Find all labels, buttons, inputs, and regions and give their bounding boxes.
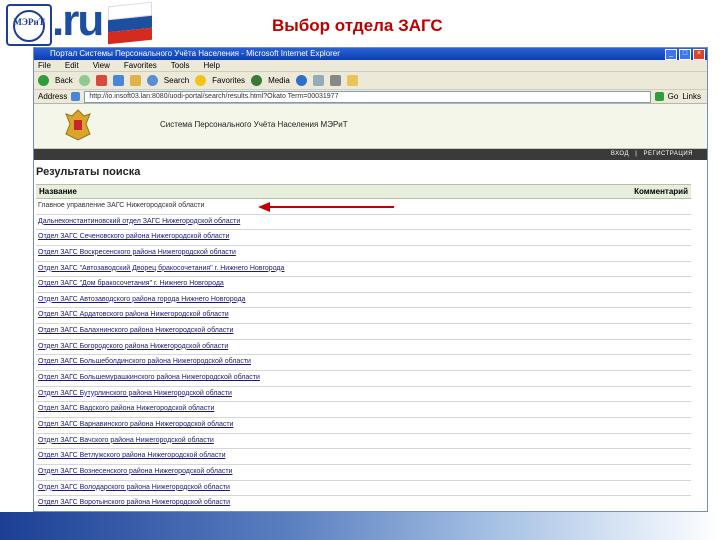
media-icon[interactable]: [251, 75, 263, 86]
table-header: Название Комментарий: [36, 184, 691, 199]
results-title: Результаты поиска: [36, 166, 141, 178]
media-button[interactable]: Media: [268, 72, 290, 89]
print-icon[interactable]: [329, 75, 341, 86]
back-button[interactable]: Back: [55, 72, 73, 89]
site-header: Система Персонального Учёта Населения МЭ…: [34, 104, 707, 149]
minimize-button[interactable]: _: [665, 49, 677, 60]
menu-help[interactable]: Help: [203, 60, 219, 71]
table-row[interactable]: Отдел ЗАГС Сеченовского района Нижегород…: [36, 230, 691, 246]
slide-header: МЭРиТ .ru Выбор отдела ЗАГС: [0, 0, 720, 46]
table-row[interactable]: Отдел ЗАГС Воскресенского района Нижегор…: [36, 246, 691, 262]
address-input[interactable]: http://io.insoft03.lan:8080/uodi-portal/…: [84, 90, 651, 103]
favorites-star-icon[interactable]: [195, 75, 207, 86]
pointer-arrow-icon: [258, 202, 394, 212]
refresh-icon[interactable]: [112, 75, 124, 86]
column-name-header: Название: [39, 187, 77, 196]
column-comment-header: Комментарий: [634, 187, 688, 196]
login-link[interactable]: ВХОД: [611, 151, 629, 157]
links-button[interactable]: Links: [682, 92, 701, 101]
window-title: Портал Системы Персонального Учёта Насел…: [50, 49, 340, 58]
close-button[interactable]: ×: [693, 49, 705, 60]
table-row[interactable]: Отдел ЗАГС Ардатовского района Нижегород…: [36, 308, 691, 325]
address-label: Address: [38, 92, 68, 101]
search-button[interactable]: Search: [164, 72, 189, 89]
coat-of-arms-icon: [65, 109, 91, 141]
logo-text: МЭРиТ: [13, 17, 45, 27]
browser-window: Портал Системы Персонального Учёта Насел…: [33, 47, 708, 512]
favorites-button[interactable]: Favorites: [212, 72, 245, 89]
table-row[interactable]: Отдел ЗАГС Автозаводского района города …: [36, 293, 691, 309]
meritlogo-icon: МЭРиТ: [6, 4, 52, 46]
browser-toolbar: Back Search Favorites Media: [34, 72, 707, 90]
table-row[interactable]: Отдел ЗАГС "Автозаводский Дворец бракосо…: [36, 262, 691, 278]
window-titlebar: Портал Системы Персонального Учёта Насел…: [34, 48, 707, 60]
table-row[interactable]: Отдел ЗАГС Балахнинского района Нижегоро…: [36, 324, 691, 340]
slide-footer-band: [0, 512, 720, 540]
mail-icon[interactable]: [312, 75, 324, 86]
table-row[interactable]: Отдел ЗАГС Бутурлинского района Нижегоро…: [36, 387, 691, 403]
table-row[interactable]: Отдел ЗАГС Воротынского района Нижегород…: [36, 496, 691, 511]
table-row[interactable]: Отдел ЗАГС Варнавинского района Нижегоро…: [36, 418, 691, 434]
menu-view[interactable]: View: [93, 60, 110, 71]
nav-separator: |: [635, 151, 638, 157]
maximize-button[interactable]: □: [679, 49, 691, 60]
search-icon[interactable]: [146, 75, 158, 86]
russian-flag-icon: [108, 1, 152, 45]
back-arrow-icon[interactable]: [38, 75, 49, 86]
site-title: Система Персонального Учёта Населения МЭ…: [160, 120, 348, 129]
table-row[interactable]: Отдел ЗАГС Ветлужского района Нижегородс…: [36, 449, 691, 465]
home-icon[interactable]: [129, 75, 141, 86]
brand-text: .ru: [52, 0, 104, 45]
results-table: Название Комментарий Главное управление …: [36, 184, 691, 511]
table-row[interactable]: Отдел ЗАГС "Дом бракосочетания" г. Нижне…: [36, 277, 691, 293]
table-row[interactable]: Отдел ЗАГС Богородского района Нижегород…: [36, 340, 691, 356]
menu-favorites[interactable]: Favorites: [124, 60, 157, 71]
table-row[interactable]: Дальнеконстантиновский отдел ЗАГС Нижего…: [36, 215, 691, 231]
table-row[interactable]: Отдел ЗАГС Вачского района Нижегородской…: [36, 434, 691, 450]
folder-icon[interactable]: [346, 75, 358, 86]
register-link[interactable]: РЕГИСТРАЦИЯ: [643, 151, 693, 157]
table-row[interactable]: Отдел ЗАГС Володарского района Нижегород…: [36, 481, 691, 497]
menu-file[interactable]: File: [38, 60, 51, 71]
table-row[interactable]: Отдел ЗАГС Большемурашкинского района Ни…: [36, 371, 691, 387]
address-bar: Address http://io.insoft03.lan:8080/uodi…: [34, 90, 707, 104]
menu-bar: File Edit View Favorites Tools Help: [34, 60, 707, 72]
menu-edit[interactable]: Edit: [65, 60, 79, 71]
history-icon[interactable]: [295, 75, 307, 86]
page-icon: [71, 92, 81, 101]
table-row[interactable]: Отдел ЗАГС Вадского района Нижегородской…: [36, 402, 691, 418]
menu-tools[interactable]: Tools: [171, 60, 190, 71]
slide-title: Выбор отдела ЗАГС: [272, 16, 443, 35]
forward-arrow-icon[interactable]: [78, 75, 90, 86]
site-nav-bar: ВХОД | РЕГИСТРАЦИЯ: [34, 149, 707, 160]
table-row[interactable]: Отдел ЗАГС Вознесенского района Нижегоро…: [36, 465, 691, 481]
stop-icon[interactable]: [95, 75, 107, 86]
go-arrow-icon[interactable]: [654, 92, 664, 101]
go-button[interactable]: Go: [668, 92, 679, 101]
table-row[interactable]: Отдел ЗАГС Большеболдинского района Ниже…: [36, 355, 691, 372]
